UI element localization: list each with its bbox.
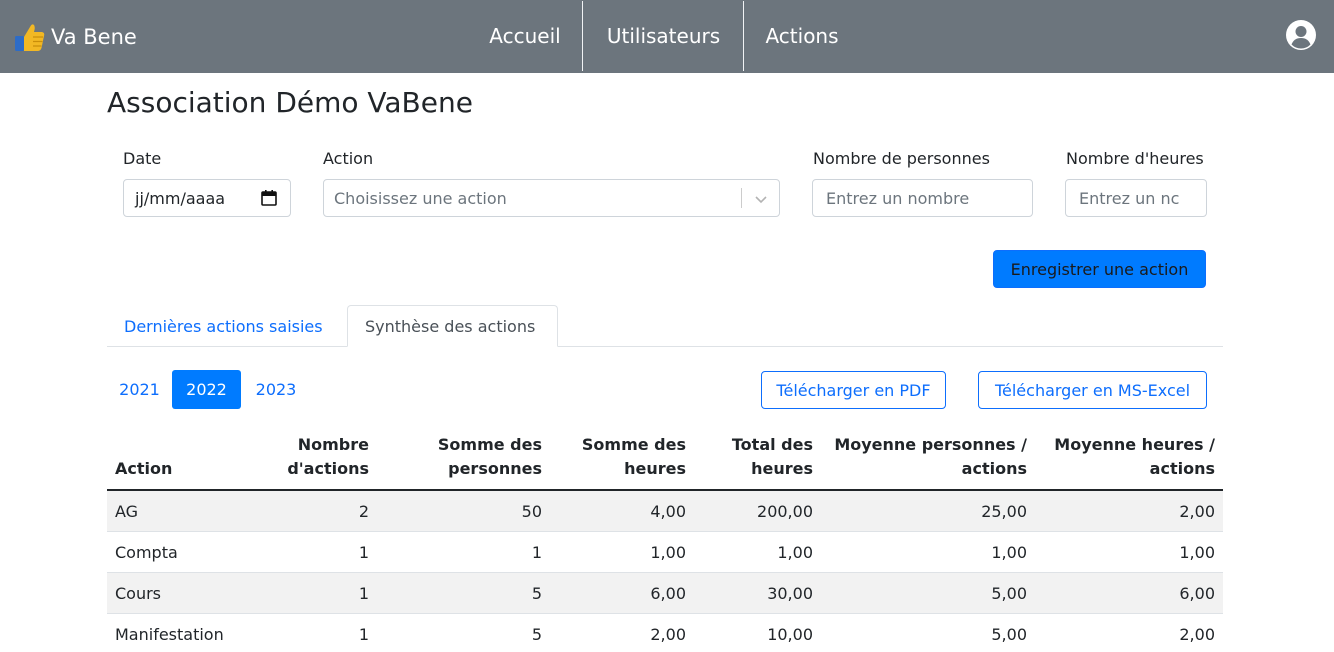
cell-sum-persons: 5 [531,583,542,603]
col-header-action-count: Nombre d'actions [287,435,369,478]
col-header-avg-hours: Moyenne heures / actions [1054,435,1215,478]
cell-sum-hours: 4,00 [650,501,686,521]
brand-name: Va Bene [51,25,137,49]
table-row: Manifestation 1 5 2,00 10,00 5,00 2,00 [107,614,1223,652]
col-header-sum-hours: Somme des heures [581,435,686,478]
nav-divider [582,1,583,71]
nav-actions[interactable]: Actions [752,0,852,71]
cell-action: AG [115,501,139,521]
cell-action-count: 1 [358,542,369,562]
thumbs-up-logo-icon [15,24,45,51]
cell-action-count: 1 [358,624,369,644]
col-header-total-hours: Total des heures [731,435,813,478]
nav-accueil[interactable]: Accueil [476,0,574,71]
cell-total-hours: 10,00 [767,624,813,644]
save-action-button[interactable]: Enregistrer une action [993,250,1206,288]
action-select-placeholder: Choisissez une action [334,188,507,208]
cell-avg-persons: 5,00 [991,583,1027,603]
select-separator [741,188,742,208]
year-2023[interactable]: 2023 [241,370,311,409]
hours-input-placeholder: Entrez un nc [1079,188,1180,208]
cell-total-hours: 200,00 [757,501,813,521]
cell-avg-persons: 25,00 [981,501,1027,521]
cell-avg-hours: 2,00 [1179,624,1215,644]
table-header-row: Action Nombre d'actions Somme des personne… [107,425,1223,491]
top-navbar: Va Bene Accueil Utilisateurs Actions [0,0,1334,73]
col-header-action: Action [115,459,173,478]
tab-recent-actions[interactable]: Dernières actions saisies [107,305,347,347]
col-header-sum-persons: Somme des personnes [437,435,542,478]
calendar-icon[interactable] [260,189,278,207]
cell-avg-hours: 2,00 [1179,501,1215,521]
year-2021[interactable]: 2021 [107,370,172,409]
cell-avg-persons: 1,00 [991,542,1027,562]
cell-sum-persons: 5 [531,624,542,644]
year-2022[interactable]: 2022 [172,370,241,409]
cell-sum-hours: 2,00 [650,624,686,644]
date-label: Date [123,149,162,168]
chevron-down-icon[interactable] [753,191,769,207]
nav-divider [743,1,744,71]
nav-utilisateurs[interactable]: Utilisateurs [592,0,735,71]
hours-label: Nombre d'heures [1066,149,1204,168]
tab-actions-summary[interactable]: Synthèse des actions [347,305,558,347]
cell-avg-hours: 6,00 [1179,583,1215,603]
cell-sum-hours: 1,00 [650,542,686,562]
date-input-value: jj/mm/aaaa [135,188,226,208]
cell-avg-hours: 1,00 [1179,542,1215,562]
cell-action: Cours [115,583,162,603]
table-row: AG 2 50 4,00 200,00 25,00 2,00 [107,491,1223,532]
cell-action: Compta [115,542,178,562]
cell-action-count: 2 [358,501,369,521]
persons-label: Nombre de personnes [813,149,990,168]
cell-action-count: 1 [358,583,369,603]
cell-action: Manifestation [115,624,224,644]
page-title: Association Démo VaBene [107,86,473,119]
table-row: Cours 1 5 6,00 30,00 5,00 6,00 [107,573,1223,614]
cell-total-hours: 1,00 [777,542,813,562]
cell-sum-persons: 50 [521,501,542,521]
brand-link[interactable]: Va Bene [14,20,137,54]
action-select[interactable]: Choisissez une action [323,179,780,217]
cell-sum-hours: 6,00 [650,583,686,603]
cell-avg-persons: 5,00 [991,624,1027,644]
user-account-icon[interactable] [1285,19,1317,51]
cell-total-hours: 30,00 [767,583,813,603]
download-pdf-button[interactable]: Télécharger en PDF [761,371,946,409]
download-excel-button[interactable]: Télécharger en MS-Excel [978,371,1207,409]
action-label: Action [323,149,374,168]
persons-input-placeholder: Entrez un nombre [826,188,970,208]
hours-input[interactable]: Entrez un nc [1065,179,1207,217]
persons-input[interactable]: Entrez un nombre [812,179,1033,217]
table-row: Compta 1 1 1,00 1,00 1,00 1,00 [107,532,1223,573]
cell-sum-persons: 1 [531,542,542,562]
col-header-avg-persons: Moyenne personnes / actions [834,435,1027,478]
date-input[interactable]: jj/mm/aaaa [123,179,291,217]
actions-summary-table: Action Nombre d'actions Somme des personne… [107,425,1223,652]
